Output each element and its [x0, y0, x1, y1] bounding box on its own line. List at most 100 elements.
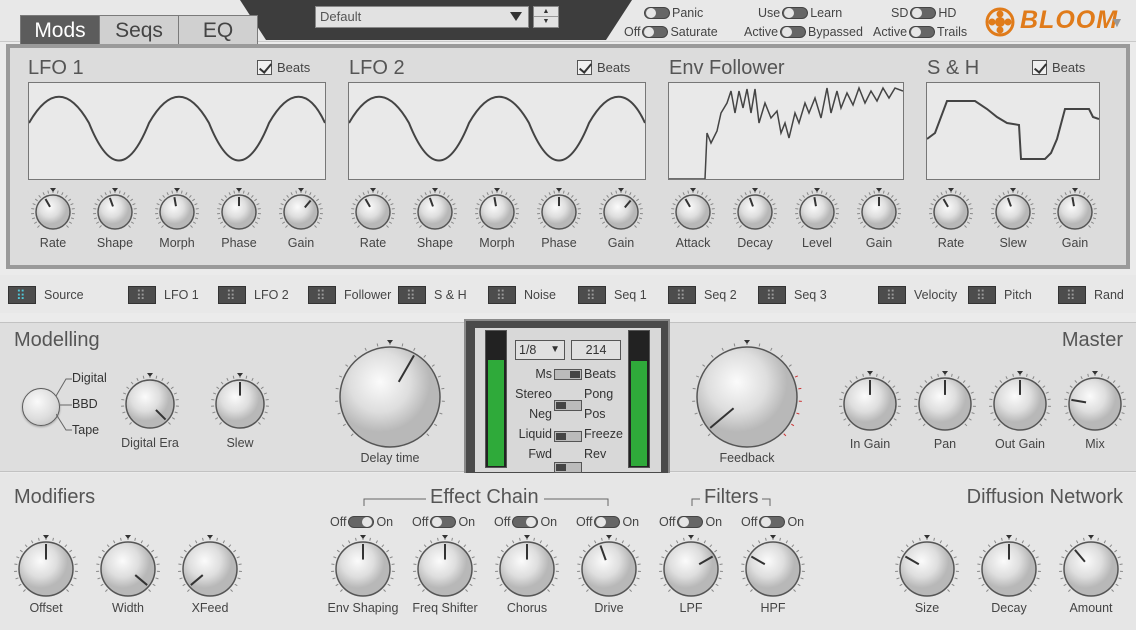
fx-switch[interactable] — [512, 516, 539, 528]
preset-select[interactable]: Default — [315, 6, 529, 28]
menu-chevron-icon[interactable]: ▼ — [1110, 14, 1124, 30]
lfo2-knob-2[interactable] — [472, 187, 522, 237]
pair-switch-3[interactable] — [554, 462, 582, 473]
grid-icon[interactable] — [878, 286, 906, 304]
division-select[interactable]: 1/8 ▼ — [515, 340, 565, 360]
grid-icon[interactable] — [398, 286, 426, 304]
fx-onoff-0[interactable]: Off On — [330, 513, 393, 531]
arrow-down-icon[interactable]: ▼ — [534, 17, 558, 27]
lfo2-knob-1[interactable] — [410, 187, 460, 237]
mix-knob[interactable] — [1061, 370, 1129, 438]
pan-knob[interactable] — [911, 370, 979, 438]
lfo2-knob-0[interactable] — [348, 187, 398, 237]
saturate-toggle[interactable]: Off Saturate — [624, 23, 718, 41]
source-7[interactable]: Seq 2 — [668, 285, 737, 305]
grid-icon[interactable] — [578, 286, 606, 304]
model-select-knob[interactable] — [22, 388, 60, 426]
modifiers-knob-0[interactable] — [11, 534, 81, 604]
source-4[interactable]: S & H — [398, 285, 467, 305]
digital-era-knob[interactable] — [118, 372, 182, 436]
fx-knob-1[interactable] — [410, 534, 480, 604]
diff-knob-2[interactable] — [1056, 534, 1126, 604]
delay-time-knob[interactable] — [332, 339, 448, 455]
env-knob-2[interactable] — [792, 187, 842, 237]
grid-icon[interactable] — [668, 286, 696, 304]
tab-seqs[interactable]: Seqs — [100, 16, 179, 45]
sh-knob-0[interactable] — [926, 187, 976, 237]
fx-onoff-5[interactable]: Off On — [741, 513, 804, 531]
source-8[interactable]: Seq 3 — [758, 285, 827, 305]
saturate-switch[interactable] — [642, 26, 669, 38]
quality-switch[interactable] — [910, 7, 937, 19]
panic-switch[interactable] — [644, 7, 670, 19]
grid-icon[interactable] — [488, 286, 516, 304]
diff-knob-0[interactable] — [892, 534, 962, 604]
grid-icon[interactable] — [308, 286, 336, 304]
panic-toggle[interactable]: Panic — [642, 4, 703, 22]
env-knob-3[interactable] — [854, 187, 904, 237]
fx-onoff-2[interactable]: Off On — [494, 513, 557, 531]
bpm-field[interactable]: 214 — [571, 340, 621, 360]
lfo1-knob-2[interactable] — [152, 187, 202, 237]
filter-knob-0[interactable] — [656, 534, 726, 604]
grid-icon[interactable] — [218, 286, 246, 304]
bypass-switch[interactable] — [780, 26, 807, 38]
fx-switch[interactable] — [759, 516, 786, 528]
source-5[interactable]: Noise — [488, 285, 556, 305]
modifiers-knob-1[interactable] — [93, 534, 163, 604]
pair-switch-2[interactable] — [554, 431, 582, 442]
grid-icon[interactable] — [8, 286, 36, 304]
trails-toggle[interactable]: Active Trails — [873, 23, 967, 41]
slew-knob[interactable] — [208, 372, 272, 436]
quality-toggle[interactable]: SD HD — [891, 4, 956, 22]
arrow-up-icon[interactable]: ▲ — [534, 7, 558, 17]
source-11[interactable]: Rand — [1058, 285, 1124, 305]
filter-knob-1[interactable] — [738, 534, 808, 604]
in-gain-knob[interactable] — [836, 370, 904, 438]
fx-knob-2[interactable] — [492, 534, 562, 604]
source-0[interactable]: Source — [8, 285, 84, 305]
lfo1-beats-checkbox[interactable]: Beats — [257, 60, 310, 75]
diff-knob-1[interactable] — [974, 534, 1044, 604]
mode-digital[interactable]: Digital — [72, 371, 107, 385]
lfo2-knob-3[interactable] — [534, 187, 584, 237]
bloom-logo[interactable]: BLOOM ▼ — [984, 6, 1124, 38]
sh-beats-checkbox[interactable]: Beats — [1032, 60, 1085, 75]
env-knob-1[interactable] — [730, 187, 780, 237]
source-6[interactable]: Seq 1 — [578, 285, 647, 305]
pair-switch-0[interactable] — [554, 369, 582, 380]
fx-switch[interactable] — [348, 516, 375, 528]
fx-knob-0[interactable] — [328, 534, 398, 604]
source-3[interactable]: Follower — [308, 285, 391, 305]
source-2[interactable]: LFO 2 — [218, 285, 289, 305]
mode-tape[interactable]: Tape — [72, 423, 99, 437]
learn-toggle[interactable]: Use Learn — [758, 4, 842, 22]
sh-knob-1[interactable] — [988, 187, 1038, 237]
preset-stepper[interactable]: ▲ ▼ — [533, 6, 559, 28]
source-10[interactable]: Pitch — [968, 285, 1032, 305]
learn-switch[interactable] — [782, 7, 809, 19]
grid-icon[interactable] — [968, 286, 996, 304]
lfo2-beats-checkbox[interactable]: Beats — [577, 60, 630, 75]
mode-bbd[interactable]: BBD — [72, 397, 98, 411]
source-9[interactable]: Velocity — [878, 285, 957, 305]
tab-eq[interactable]: EQ — [179, 16, 257, 45]
fx-onoff-4[interactable]: Off On — [659, 513, 722, 531]
fx-switch[interactable] — [430, 516, 457, 528]
fx-switch[interactable] — [677, 516, 704, 528]
lfo2-knob-4[interactable] — [596, 187, 646, 237]
fx-onoff-3[interactable]: Off On — [576, 513, 639, 531]
lfo1-knob-0[interactable] — [28, 187, 78, 237]
lfo1-knob-1[interactable] — [90, 187, 140, 237]
fx-switch[interactable] — [594, 516, 621, 528]
lfo1-knob-4[interactable] — [276, 187, 326, 237]
modifiers-knob-2[interactable] — [175, 534, 245, 604]
grid-icon[interactable] — [758, 286, 786, 304]
out-gain-knob[interactable] — [986, 370, 1054, 438]
grid-icon[interactable] — [1058, 286, 1086, 304]
trails-switch[interactable] — [909, 26, 936, 38]
grid-icon[interactable] — [128, 286, 156, 304]
source-1[interactable]: LFO 1 — [128, 285, 199, 305]
sh-knob-2[interactable] — [1050, 187, 1100, 237]
fx-onoff-1[interactable]: Off On — [412, 513, 475, 531]
